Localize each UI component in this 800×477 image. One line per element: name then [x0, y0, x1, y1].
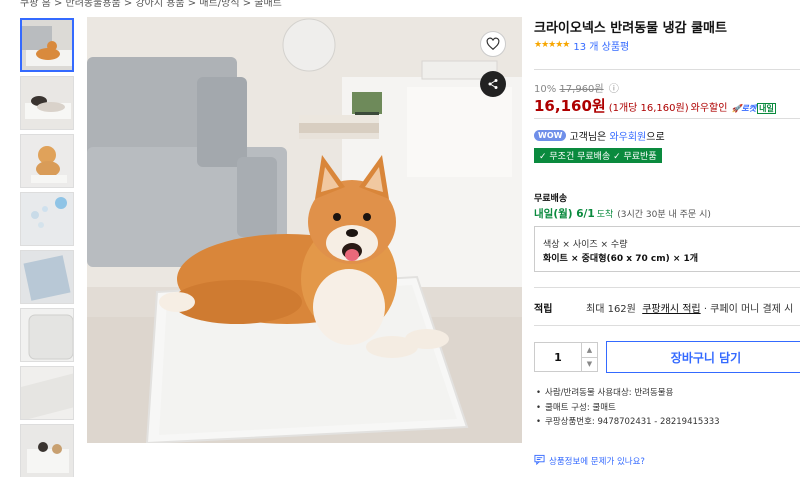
- coupang-cash-link[interactable]: 쿠팡캐시 적립: [642, 304, 700, 315]
- main-product-image[interactable]: [87, 17, 522, 443]
- points-row: 적립 최대 162원 쿠팡캐시 적립 · 쿠페이 머니 결제 시: [534, 300, 793, 315]
- option-selector[interactable]: 색상 × 사이즈 × 수량 화이트 × 중대형(60 x 70 cm) × 1개: [534, 226, 800, 272]
- breadcrumb[interactable]: 쿠팡 홈 > 반려동물용품 > 강아지 용품 > 매트/방석 > 쿨매트: [20, 0, 350, 8]
- review-count-link[interactable]: 13 개 상품평: [573, 38, 629, 53]
- product-info: 크라이오넥스 반려동물 냉감 쿨매트 ★★★★★ 13 개 상품평: [534, 17, 800, 53]
- product-title: 크라이오넥스 반려동물 냉감 쿨매트: [534, 21, 727, 36]
- delivery-date-row: 내일(월) 6/1 도착 (3시간 30분 내 주문 시): [534, 206, 711, 221]
- divider: [534, 118, 800, 119]
- divider: [534, 287, 800, 288]
- thumbnail-list: [20, 18, 76, 477]
- rating-row[interactable]: ★★★★★ 13 개 상품평: [534, 38, 800, 53]
- sale-price-row: 16,160원 (1개당 16,160원) 와우할인 🚀로켓 내일: [534, 95, 800, 115]
- quantity-arrows: ▲ ▼: [581, 343, 597, 371]
- discount-rate: 10%: [534, 84, 557, 95]
- rocket-delivery-badge: 🚀로켓 내일: [731, 103, 776, 114]
- thumbnail-2[interactable]: [20, 76, 74, 130]
- wow-member-link[interactable]: 와우회원: [609, 128, 646, 143]
- thumbnail-4[interactable]: [20, 192, 74, 246]
- shipping-label: 무료배송: [534, 194, 568, 204]
- share-icon: [487, 78, 499, 90]
- quantity-up-icon[interactable]: ▲: [582, 343, 597, 358]
- spec-list: 사람/반려동물 사용대상: 반려동물용 쿨매트 구성: 쿨매트 쿠팡상품번호: …: [536, 386, 720, 430]
- option-labels: 색상 × 사이즈 × 수량: [543, 240, 628, 250]
- wishlist-button[interactable]: [480, 31, 506, 57]
- message-icon: [534, 454, 549, 468]
- rating-stars: ★★★★★: [534, 40, 570, 50]
- points-label: 적립: [534, 304, 553, 315]
- thumbnail-6[interactable]: [20, 308, 74, 362]
- report-text[interactable]: 상품정보에 문제가 있나요?: [549, 455, 645, 467]
- report-issue-link[interactable]: 상품정보에 문제가 있나요?: [534, 454, 645, 468]
- quantity-down-icon[interactable]: ▼: [582, 358, 597, 372]
- membership-text-after: 으로: [646, 131, 665, 143]
- wow-badge: WOW: [534, 129, 567, 141]
- original-price-row: 10% 17,960원 ⓘ: [534, 80, 800, 95]
- add-to-cart-button[interactable]: 장바구니 담기: [606, 341, 800, 373]
- points-text: 최대 162원 쿠팡캐시 적립 · 쿠페이 머니 결제 시: [586, 304, 794, 315]
- thumbnail-1[interactable]: [20, 18, 74, 72]
- spec-item: 사람/반려동물 사용대상: 반려동물용: [536, 386, 720, 401]
- spec-item: 쿠팡상품번호: 9478702431 - 28219415333: [536, 415, 720, 430]
- unit-price: (1개당 16,160원): [608, 103, 689, 114]
- thumbnail-5[interactable]: [20, 250, 74, 304]
- spec-item: 쿨매트 구성: 쿨매트: [536, 401, 720, 416]
- order-cutoff: (3시간 30분 내 주문 시): [617, 210, 711, 220]
- thumbnail-3[interactable]: [20, 134, 74, 188]
- divider: [534, 69, 800, 70]
- free-shipping-badge: ✓ 무조건 무료배송 ✓ 무료반품: [534, 148, 662, 163]
- info-icon[interactable]: ⓘ: [609, 84, 619, 95]
- thumbnail-8[interactable]: [20, 424, 74, 477]
- sale-price: 16,160원: [534, 97, 606, 115]
- delivery-date: 내일(월) 6/1: [534, 208, 595, 220]
- share-button[interactable]: [480, 71, 506, 97]
- delivery-arrive: 도착: [596, 210, 614, 220]
- option-values: 화이트 × 중대형(60 x 70 cm) × 1개: [543, 254, 699, 264]
- quantity-value[interactable]: 1: [535, 343, 581, 371]
- rocket-icon: 🚀: [731, 104, 742, 113]
- wow-discount-label: 와우할인: [690, 103, 728, 114]
- quantity-stepper[interactable]: 1 ▲ ▼: [534, 342, 598, 372]
- heart-icon: [486, 37, 500, 51]
- membership-row: WOW 고객님은 와우회원 으로: [534, 128, 665, 143]
- price-block: 10% 17,960원 ⓘ 16,160원 (1개당 16,160원) 와우할인…: [534, 80, 800, 115]
- original-price: 17,960원: [559, 84, 604, 95]
- thumbnail-7[interactable]: [20, 366, 74, 420]
- membership-text: 고객님은: [569, 131, 607, 143]
- divider: [534, 325, 800, 326]
